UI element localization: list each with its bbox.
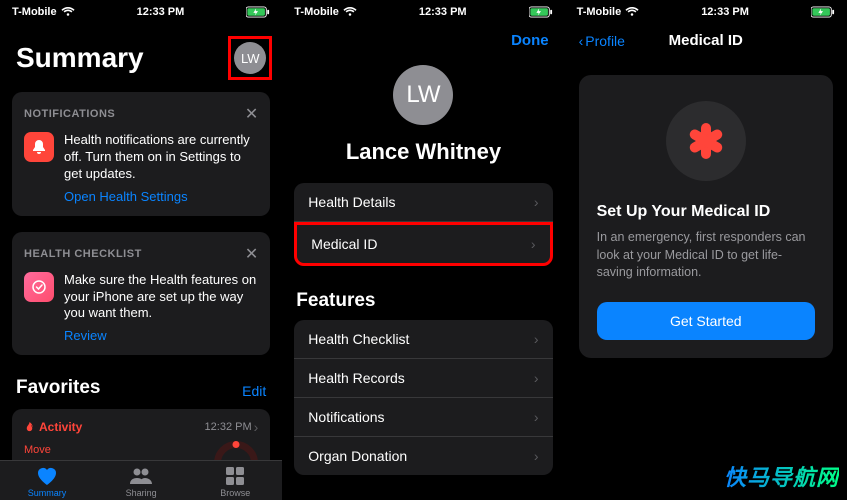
asterisk-icon (685, 120, 727, 162)
status-bar: T-Mobile 12:33 PM (565, 0, 847, 22)
status-bar: T-Mobile 12:33 PM (282, 0, 564, 22)
profile-avatar-large[interactable]: LW (393, 65, 453, 125)
watermark: 快马导航网 (724, 460, 839, 492)
card-title: NOTIFICATIONS (24, 108, 115, 120)
row-label: Medical ID (311, 236, 377, 252)
checklist-icon (24, 272, 54, 302)
activity-label: Activity (39, 420, 82, 434)
chevron-right-icon: › (254, 419, 259, 435)
edit-button[interactable]: Edit (242, 383, 266, 399)
open-settings-link[interactable]: Open Health Settings (64, 189, 258, 204)
avatar-highlight: LW (228, 36, 272, 80)
wifi-icon (625, 7, 639, 17)
features-title: Features (282, 280, 564, 320)
screen-profile: T-Mobile 12:33 PM Done LW Lance Whitney … (282, 0, 564, 500)
close-icon[interactable]: ✕ (245, 244, 258, 264)
page-title: Summary (16, 42, 144, 74)
tab-bar: Summary Sharing Browse (0, 460, 282, 500)
row-notifications[interactable]: Notifications › (294, 398, 552, 437)
flame-icon (24, 422, 35, 433)
chevron-right-icon: › (534, 370, 539, 386)
screen-summary: T-Mobile 12:33 PM Summary LW NOTIFICATIO… (0, 0, 282, 500)
review-link[interactable]: Review (64, 328, 258, 343)
grid-icon (223, 465, 247, 487)
people-icon (129, 465, 153, 487)
back-button[interactable]: ‹ Profile (579, 33, 625, 49)
row-organ-donation[interactable]: Organ Donation › (294, 437, 552, 475)
screen-medical-id: T-Mobile 12:33 PM ‹ Profile Medical ID (565, 0, 847, 500)
row-label: Health Records (308, 370, 405, 386)
card-text: Health notifications are currently off. … (64, 132, 258, 183)
battery-icon (811, 6, 835, 18)
back-label: Profile (585, 33, 625, 49)
chevron-right-icon: › (534, 331, 539, 347)
row-health-records[interactable]: Health Records › (294, 359, 552, 398)
row-label: Health Checklist (308, 331, 409, 347)
status-time: 12:33 PM (701, 6, 749, 18)
row-health-checklist[interactable]: Health Checklist › (294, 320, 552, 359)
medical-id-title: Set Up Your Medical ID (597, 203, 771, 221)
carrier-text: T-Mobile (294, 6, 339, 18)
chevron-right-icon: › (534, 448, 539, 464)
row-health-details[interactable]: Health Details › (294, 183, 552, 222)
status-time: 12:33 PM (419, 6, 467, 18)
row-medical-id[interactable]: Medical ID › (294, 222, 552, 266)
chevron-right-icon: › (534, 194, 539, 210)
status-time: 12:33 PM (137, 6, 185, 18)
activity-ring (214, 441, 258, 460)
move-label: Move (24, 444, 56, 456)
card-text: Make sure the Health features on your iP… (64, 272, 258, 323)
row-label: Health Details (308, 194, 395, 210)
tab-label: Summary (28, 488, 67, 498)
row-label: Notifications (308, 409, 384, 425)
tab-browse[interactable]: Browse (188, 465, 282, 498)
done-button[interactable]: Done (511, 32, 549, 49)
chevron-left-icon: ‹ (579, 33, 584, 49)
wifi-icon (343, 7, 357, 17)
heart-icon (35, 465, 59, 487)
privacy-title: Privacy (282, 489, 564, 500)
checklist-card: HEALTH CHECKLIST ✕ Make sure the Health … (12, 232, 270, 356)
wifi-icon (61, 7, 75, 17)
battery-icon (529, 6, 553, 18)
get-started-button[interactable]: Get Started (597, 302, 815, 340)
chevron-right-icon: › (531, 236, 536, 252)
tab-label: Sharing (126, 488, 157, 498)
carrier-text: T-Mobile (577, 6, 622, 18)
tab-label: Browse (220, 488, 250, 498)
activity-card[interactable]: Activity 12:32 PM › Move 0 cal (12, 409, 270, 460)
battery-icon (246, 6, 270, 18)
status-bar: T-Mobile 12:33 PM (0, 0, 282, 22)
medical-id-card: Set Up Your Medical ID In an emergency, … (579, 75, 833, 358)
chevron-right-icon: › (534, 409, 539, 425)
profile-avatar[interactable]: LW (234, 42, 266, 74)
favorites-title: Favorites (16, 377, 100, 399)
tab-sharing[interactable]: Sharing (94, 465, 188, 498)
carrier-text: T-Mobile (12, 6, 57, 18)
activity-time: 12:32 PM (205, 421, 252, 433)
profile-name: Lance Whitney (346, 139, 501, 165)
notifications-card: NOTIFICATIONS ✕ Health notifications are… (12, 92, 270, 216)
bell-icon (24, 132, 54, 162)
row-label: Organ Donation (308, 448, 407, 464)
medical-id-description: In an emergency, first responders can lo… (597, 229, 815, 282)
close-icon[interactable]: ✕ (245, 104, 258, 124)
tab-summary[interactable]: Summary (0, 465, 94, 498)
medical-asterisk-badge (666, 101, 746, 181)
card-title: HEALTH CHECKLIST (24, 248, 142, 260)
